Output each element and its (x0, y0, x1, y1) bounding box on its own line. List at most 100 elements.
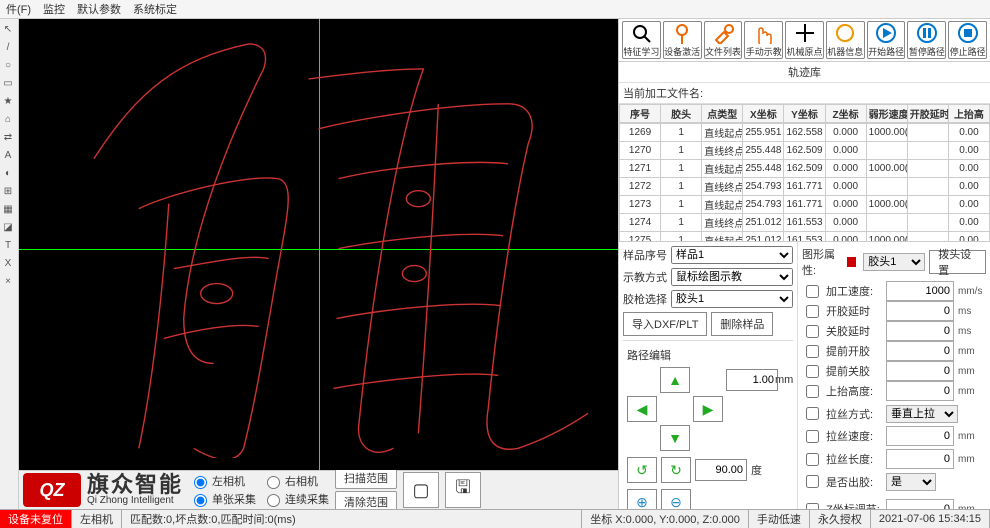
pathedit-title: 路径编辑 (627, 347, 789, 363)
table-row[interactable]: 12731直线起点254.793161.7710.0001000.00(1...… (620, 196, 990, 214)
pullspd-input[interactable] (886, 426, 954, 446)
arrow-up-button[interactable]: ▲ (660, 367, 690, 393)
param-input-3[interactable] (886, 341, 954, 361)
scan-range-button[interactable]: 扫描范围 (335, 467, 397, 489)
current-file-label: 当前加工文件名: (619, 83, 990, 104)
logo-en: Qi Zhong Intelligent (87, 496, 183, 506)
stop-button[interactable]: 停止路径 (948, 21, 987, 59)
teach-select[interactable]: 鼠标绘图示教 (671, 268, 793, 286)
zoom-out-button[interactable]: ⊖ (661, 489, 691, 509)
import-dxf-button[interactable]: 导入DXF/PLT (623, 312, 707, 336)
top-toolbar: 特征学习设备激活文件列表手动示教机械原点机器信息开始路径暂停路径停止路径 (619, 19, 990, 62)
table-row[interactable]: 12741直线终点251.012161.5530.0000.00 (620, 214, 990, 232)
tool-1[interactable]: / (0, 39, 16, 55)
arrow-left-button[interactable]: ◀ (627, 396, 657, 422)
param-chk-1[interactable] (806, 305, 819, 318)
tool-11[interactable]: ◪ (0, 219, 16, 235)
param-chk-2[interactable] (806, 325, 819, 338)
teach-button[interactable]: 手动示教 (744, 21, 783, 59)
status-match: 匹配数:0,坏点数:0,匹配时间:0(ms) (122, 510, 582, 528)
attr-select[interactable]: 胶头1 (863, 253, 925, 271)
out-chk[interactable] (806, 475, 819, 488)
param-chk-5[interactable] (806, 385, 819, 398)
left-toolbar: ↖ / ○ ▭ ★ ⌂ ⇄ A ◐ ⊞ ▦ ◪ TX × (0, 19, 19, 509)
status-time: 2021-07-06 15:34:15 (871, 510, 990, 528)
tool-5[interactable]: ⌂ (0, 111, 16, 127)
param-input-2[interactable] (886, 321, 954, 341)
start-button[interactable]: 开始路径 (867, 21, 906, 59)
arrow-right-button[interactable]: ▶ (693, 396, 723, 422)
table-row[interactable]: 12721直线终点254.793161.7710.0000.00 (620, 178, 990, 196)
tool-10[interactable]: ▦ (0, 201, 16, 217)
tool-9[interactable]: ⊞ (0, 183, 16, 199)
tool-6[interactable]: ⇄ (0, 129, 16, 145)
tool-12[interactable]: T (0, 237, 16, 253)
radio-right-cam[interactable]: 右相机 (262, 473, 329, 489)
sample-no-label: 样品序号 (623, 247, 667, 263)
pullspd-chk[interactable] (806, 430, 819, 443)
activate-button[interactable]: 设备激活 (663, 21, 702, 59)
tool-2[interactable]: ○ (0, 57, 16, 73)
pull-chk[interactable] (806, 407, 819, 420)
table-row[interactable]: 12691直线起点255.951162.5580.0001000.00(1...… (620, 124, 990, 142)
status-dev: 设备未复位 (0, 510, 72, 528)
tool-14[interactable]: × (0, 273, 16, 289)
tool-4[interactable]: ★ (0, 93, 16, 109)
radio-single-cap[interactable]: 单张采集 (189, 491, 256, 507)
delete-sample-button[interactable]: 删除样品 (711, 312, 773, 336)
rotate-cw-button[interactable]: ↻ (661, 457, 691, 483)
track-table[interactable]: 序号胶头点类型X坐标Y坐标Z坐标弱形速度开胶延时上抬高 12691直线起点255… (619, 104, 990, 242)
table-row[interactable]: 12711直线起点255.448162.5090.0001000.00(1...… (620, 160, 990, 178)
param-chk-4[interactable] (806, 365, 819, 378)
zoom-in-button[interactable]: ⊕ (627, 489, 657, 509)
logo-cn: 旗众智能 (87, 474, 183, 496)
out-select[interactable]: 是 (886, 473, 936, 491)
glue-select[interactable]: 胶头1 (671, 290, 793, 308)
radio-cont-cap[interactable]: 连续采集 (262, 491, 329, 507)
param-chk-0[interactable] (806, 285, 819, 298)
clear-range-button[interactable]: 清除范围 (335, 491, 397, 509)
canvas-viewport[interactable] (19, 19, 618, 470)
study-button[interactable]: 特征学习 (622, 21, 661, 59)
logo-badge: QZ (23, 473, 81, 507)
param-input-5[interactable] (886, 381, 954, 401)
table-row[interactable]: 12701直线终点255.448162.5090.0000.00 (620, 142, 990, 160)
step-input[interactable] (726, 369, 778, 391)
machine-button[interactable]: 机器信息 (826, 21, 865, 59)
menu-file[interactable]: 件(F) (6, 1, 31, 17)
param-label: 提前开胶 (826, 343, 882, 359)
param-input-0[interactable] (886, 281, 954, 301)
param-input-1[interactable] (886, 301, 954, 321)
sample-select[interactable]: 样品1 (671, 246, 793, 264)
needle-settings-button[interactable]: 拨头设置 (929, 250, 986, 274)
bounds-icon[interactable]: ▢ (403, 472, 439, 508)
param-input-4[interactable] (886, 361, 954, 381)
status-lic: 永久授权 (810, 510, 871, 528)
pullspd-label: 拉丝速度: (826, 428, 882, 444)
rotate-ccw-button[interactable]: ↺ (627, 457, 657, 483)
out-label: 是否出胶: (826, 474, 882, 490)
tool-0[interactable]: ↖ (0, 21, 16, 37)
rotate-input[interactable] (695, 459, 747, 481)
tool-3[interactable]: ▭ (0, 75, 16, 91)
param-chk-3[interactable] (806, 345, 819, 358)
tool-8[interactable]: ◐ (0, 165, 16, 181)
tool-7[interactable]: A (0, 147, 16, 163)
table-row[interactable]: 12751直线起点251.012161.5530.0001000.00(1...… (620, 232, 990, 242)
arrow-down-button[interactable]: ▼ (660, 425, 690, 451)
logo: QZ 旗众智能 Qi Zhong Intelligent (23, 473, 183, 507)
origin-button[interactable]: 机械原点 (785, 21, 824, 59)
glue-color-swatch (847, 257, 856, 267)
menu-params[interactable]: 默认参数 (77, 1, 121, 17)
pull-select[interactable]: 垂直上拉 (886, 405, 958, 423)
pulllen-chk[interactable] (806, 453, 819, 466)
pulllen-input[interactable] (886, 449, 954, 469)
filelist-button[interactable]: 文件列表 (704, 21, 743, 59)
menu-calib[interactable]: 系统标定 (133, 1, 177, 17)
save-icon[interactable]: 🖫 (445, 472, 481, 508)
tool-13[interactable]: X (0, 255, 16, 271)
menu-monitor[interactable]: 监控 (43, 1, 65, 17)
pause-button[interactable]: 暂停路径 (907, 21, 946, 59)
z-input[interactable] (886, 499, 954, 509)
radio-left-cam[interactable]: 左相机 (189, 473, 256, 489)
